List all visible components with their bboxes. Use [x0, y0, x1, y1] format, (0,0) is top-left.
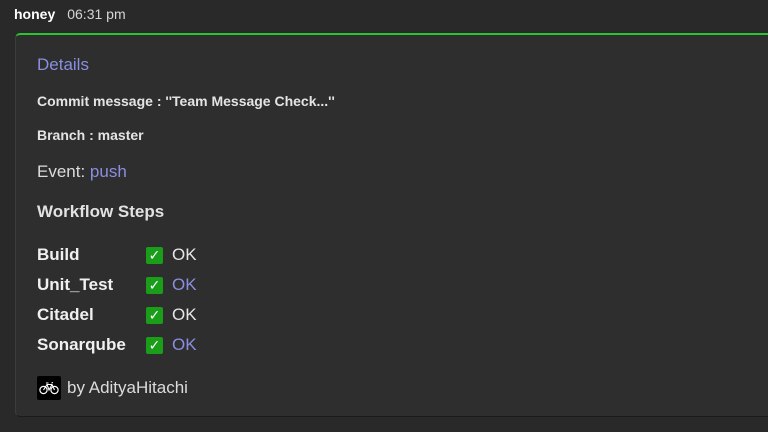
step-status-link[interactable]: OK [172, 275, 197, 295]
adaptive-card: Details Commit message : ''Team Message … [15, 33, 768, 417]
card-title[interactable]: Details [37, 55, 89, 75]
check-mark-icon: ✓ [146, 246, 163, 264]
author-text: by AdityaHitachi [67, 378, 188, 397]
branch-name: Branch : master [37, 127, 144, 143]
step-status: OK [172, 305, 197, 324]
commit-message: Commit message : ''Team Message Check...… [37, 93, 335, 109]
event-line: Event: push [37, 162, 127, 182]
step-row-unit-test: Unit_Test ✓ OK [37, 270, 197, 300]
message-timestamp: 06:31 pm [67, 6, 126, 22]
event-value-link[interactable]: push [90, 162, 127, 181]
step-row-sonarqube: Sonarqube ✓ OK [37, 330, 197, 360]
bicycle-icon [37, 376, 61, 400]
step-row-build: Build ✓ OK [37, 240, 197, 270]
check-mark-icon: ✓ [146, 306, 163, 324]
step-name: Sonarqube [37, 335, 126, 354]
check-mark-icon: ✓ [146, 276, 163, 294]
step-name: Citadel [37, 305, 94, 324]
message-header: honey 06:31 pm [14, 4, 126, 24]
sender-name[interactable]: honey [14, 6, 55, 22]
step-name: Build [37, 245, 80, 264]
step-status: OK [172, 245, 197, 264]
step-status-link[interactable]: OK [172, 335, 197, 355]
workflow-steps-title: Workflow Steps [37, 202, 165, 221]
event-label: Event: [37, 162, 90, 181]
card-footer: by AdityaHitachi [37, 376, 188, 400]
step-row-citadel: Citadel ✓ OK [37, 300, 197, 330]
check-mark-icon: ✓ [146, 336, 163, 354]
workflow-steps-list: Build ✓ OK Unit_Test ✓ OK Citadel ✓ OK S… [37, 240, 197, 360]
step-name: Unit_Test [37, 275, 114, 294]
